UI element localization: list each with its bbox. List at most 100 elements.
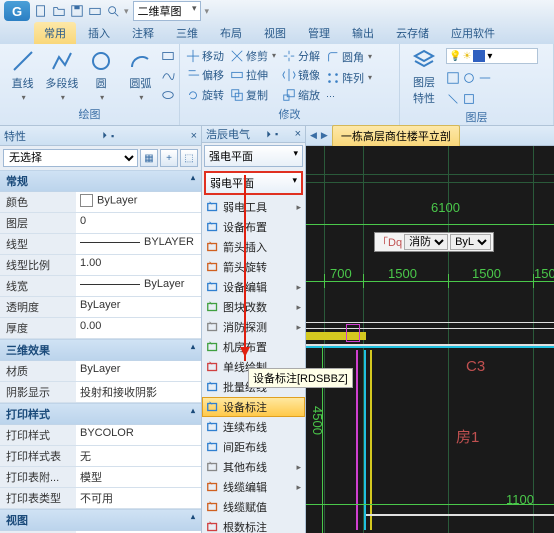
layer-tool-1[interactable]: [446, 71, 460, 85]
tab-next[interactable]: ▶: [321, 130, 328, 141]
tab-prev[interactable]: ◀: [310, 130, 317, 141]
hc-item-连续布线[interactable]: 连续布线: [202, 417, 305, 437]
hc-item-设备布置[interactable]: 设备布置: [202, 217, 305, 237]
mirror-button[interactable]: 镜像: [280, 66, 322, 84]
ribbon: 直线 多段线 圆 圆弧 绘图 移动 偏移 旋转 修剪 拉伸 复制: [0, 44, 554, 126]
section-视图[interactable]: 视图: [0, 509, 201, 531]
select-button[interactable]: ⬚: [180, 149, 198, 167]
open-icon[interactable]: [52, 4, 66, 18]
hc-item-线缆赋值[interactable]: 线缆赋值: [202, 497, 305, 517]
float-combo-2[interactable]: ByL: [450, 234, 491, 250]
stretch-button[interactable]: 拉伸: [228, 66, 278, 84]
prop-row[interactable]: 线宽ByLayer: [0, 276, 201, 297]
new-icon[interactable]: [34, 4, 48, 18]
ribbon-tab-3d[interactable]: 三维: [166, 22, 208, 44]
spline-icon[interactable]: [161, 68, 175, 82]
prop-row[interactable]: 阴影显示投射和接收阴影: [0, 382, 201, 403]
drawing-canvas[interactable]: 6100 「Dq 消防 ByL 700 1500 1500 150: [306, 146, 554, 533]
dim-150: 150: [534, 266, 554, 281]
label-room1: 房1: [456, 426, 479, 447]
prop-row[interactable]: 打印样式表无: [0, 446, 201, 467]
weak-elec-combo[interactable]: 弱电平面: [204, 171, 303, 195]
properties-close[interactable]: ×: [191, 130, 197, 142]
hc-item-其他布线[interactable]: 其他布线: [202, 457, 305, 477]
section-打印样式[interactable]: 打印样式: [0, 403, 201, 425]
prop-row[interactable]: 打印样式BYCOLOR: [0, 425, 201, 446]
copy-button[interactable]: 复制: [228, 86, 278, 104]
float-combo-1[interactable]: 消防: [404, 234, 448, 250]
array-button[interactable]: 阵列: [324, 69, 374, 87]
ribbon-tab-output[interactable]: 输出: [342, 22, 384, 44]
prop-row[interactable]: 线型BYLAYER: [0, 234, 201, 255]
ribbon-tab-view[interactable]: 视图: [254, 22, 296, 44]
workspace-combo[interactable]: 二维草图: [133, 1, 201, 21]
hc-item-设备标注[interactable]: 设备标注: [202, 397, 305, 417]
prop-row[interactable]: 材质ByLayer: [0, 361, 201, 382]
group-modify-label: 修改: [184, 105, 395, 123]
plot-icon[interactable]: [88, 4, 102, 18]
ribbon-tab-insert[interactable]: 插入: [78, 22, 120, 44]
hc-item-线缆编辑[interactable]: 线缆编辑: [202, 477, 305, 497]
haochen-panel: 浩辰电气⏵▪× 强电平面 弱电平面 弱电工具设备布置箭头插入箭头旋转设备编辑图块…: [202, 126, 306, 533]
hc-item-弱电工具[interactable]: 弱电工具: [202, 197, 305, 217]
layer-combo[interactable]: 💡☀▾: [446, 48, 538, 64]
haochen-close[interactable]: ×: [295, 128, 301, 140]
strong-elec-combo[interactable]: 强电平面: [204, 145, 303, 167]
section-三维效果[interactable]: 三维效果: [0, 339, 201, 361]
hc-item-根数标注[interactable]: 根数标注: [202, 517, 305, 533]
rect-icon[interactable]: [161, 49, 175, 63]
ellipse-icon[interactable]: [161, 88, 175, 102]
trim-button[interactable]: 修剪: [228, 47, 278, 65]
hc-item-间距布线[interactable]: 间距布线: [202, 437, 305, 457]
preview-icon[interactable]: [106, 4, 120, 18]
fillet-button[interactable]: 圆角: [324, 48, 374, 66]
explode-button[interactable]: 分解: [280, 47, 322, 65]
offset-button[interactable]: 偏移: [184, 66, 226, 84]
ribbon-tab-manage[interactable]: 管理: [298, 22, 340, 44]
haochen-title: 浩辰电气: [206, 126, 250, 142]
arc-button[interactable]: 圆弧: [122, 46, 159, 105]
ribbon-tab-cloud[interactable]: 云存储: [386, 22, 439, 44]
layer-tool-5[interactable]: [462, 92, 476, 106]
ribbon-tab-annotate[interactable]: 注释: [122, 22, 164, 44]
hc-item-机房布置[interactable]: 机房布置: [202, 337, 305, 357]
circle-button[interactable]: 圆: [83, 46, 120, 105]
prop-row[interactable]: 颜色ByLayer: [0, 192, 201, 213]
pickadd-button[interactable]: +: [160, 149, 178, 167]
ribbon-tab-apps[interactable]: 应用软件: [441, 22, 505, 44]
section-常规[interactable]: 常规: [0, 170, 201, 192]
layer-tool-3[interactable]: [478, 71, 492, 85]
layer-tool-4[interactable]: [446, 92, 460, 106]
scale-button[interactable]: 缩放: [280, 86, 322, 104]
ribbon-tab-common[interactable]: 常用: [34, 22, 76, 44]
ribbon-tabs: 常用 插入 注释 三维 布局 视图 管理 输出 云存储 应用软件: [0, 22, 554, 44]
hc-item-设备编辑[interactable]: 设备编辑: [202, 277, 305, 297]
qselect-button[interactable]: ▦: [140, 149, 158, 167]
hc-item-图块改数[interactable]: 图块改数: [202, 297, 305, 317]
prop-row[interactable]: 厚度0.00: [0, 318, 201, 339]
prop-row[interactable]: 打印表类型不可用: [0, 488, 201, 509]
prop-row[interactable]: 线型比例1.00: [0, 255, 201, 276]
rotate-button[interactable]: 旋转: [184, 86, 226, 104]
ribbon-tab-layout[interactable]: 布局: [210, 22, 252, 44]
modify-more[interactable]: ⋯: [324, 90, 374, 103]
prop-row[interactable]: 打印表附...模型: [0, 467, 201, 488]
line-button[interactable]: 直线: [4, 46, 41, 105]
title-bar: G ▾ 二维草图 ▾: [0, 0, 554, 22]
floating-toolbar[interactable]: 「Dq 消防 ByL: [374, 232, 494, 252]
hc-item-箭头插入[interactable]: 箭头插入: [202, 237, 305, 257]
label-c3: C3: [466, 358, 485, 375]
annotation-arrow: [244, 175, 246, 361]
selection-combo[interactable]: 无选择: [3, 149, 138, 167]
hc-item-消防探测[interactable]: 消防探测: [202, 317, 305, 337]
prop-row[interactable]: 图层0: [0, 213, 201, 234]
dim-1500a: 1500: [388, 266, 417, 281]
move-button[interactable]: 移动: [184, 47, 226, 65]
prop-row[interactable]: 透明度ByLayer: [0, 297, 201, 318]
polyline-button[interactable]: 多段线: [43, 46, 80, 105]
hc-item-箭头旋转[interactable]: 箭头旋转: [202, 257, 305, 277]
layer-tool-2[interactable]: [462, 71, 476, 85]
save-icon[interactable]: [70, 4, 84, 18]
layer-props-button[interactable]: 图层 特性: [404, 46, 444, 108]
drawing-tab[interactable]: 一栋高层商住楼平立剖: [332, 125, 460, 147]
